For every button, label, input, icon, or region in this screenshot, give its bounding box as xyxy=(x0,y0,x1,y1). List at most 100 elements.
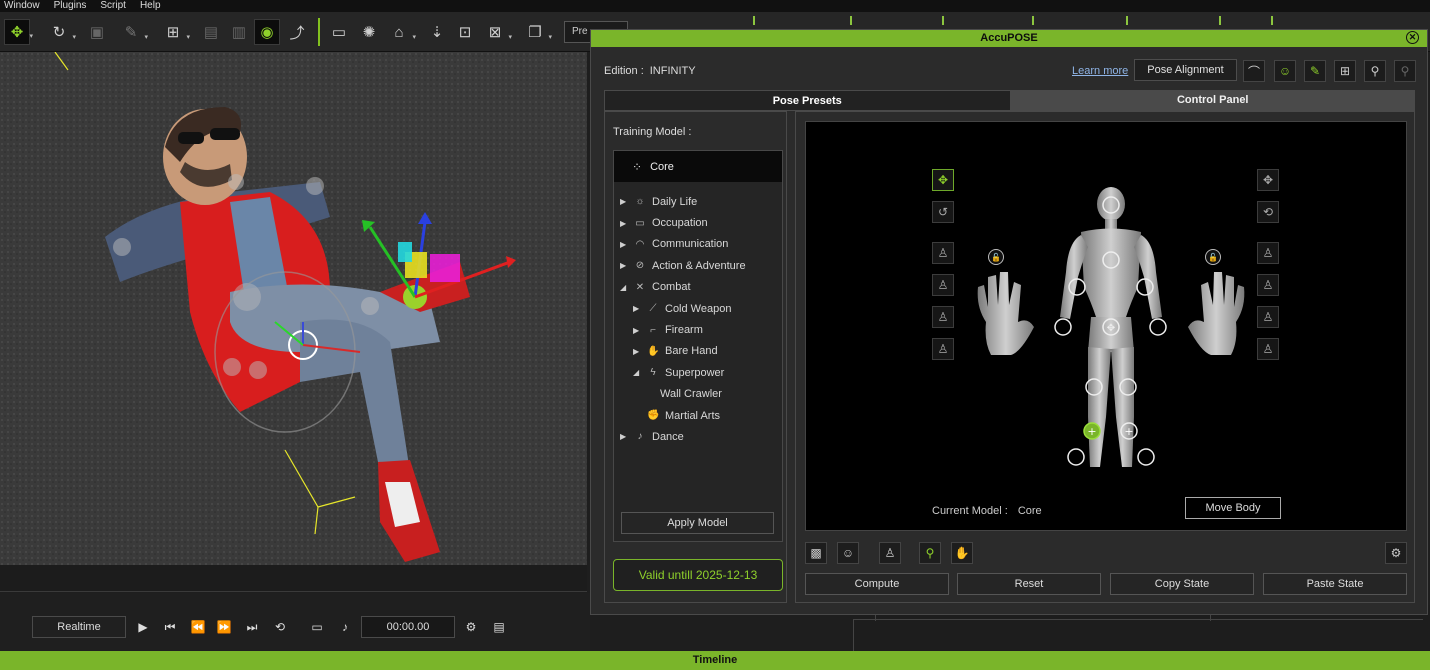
pick-icon[interactable]: ✎ ▾ xyxy=(118,19,148,45)
tree-item[interactable]: ▶ ⟋ Cold Weapon xyxy=(614,298,782,319)
menu-window[interactable]: Window xyxy=(4,0,40,12)
frame-icon[interactable]: ⊡ xyxy=(452,19,478,45)
tree-item[interactable]: ▶ ⊘ Action & Adventure xyxy=(614,255,782,276)
timeline-toggle-icon[interactable]: ▤ xyxy=(489,617,509,637)
tab-pose-presets[interactable]: Pose Presets xyxy=(604,90,1011,111)
time-display[interactable]: 00:00.00 xyxy=(361,616,455,638)
reset-rotate-icon[interactable]: ⟲ xyxy=(1257,201,1279,223)
curve-icon[interactable]: ⌒ xyxy=(1243,60,1265,82)
camera-up-icon[interactable]: ⤴ xyxy=(284,19,310,45)
lock-hand-icon[interactable]: ✋ xyxy=(951,542,973,564)
paste-state-button[interactable]: Paste State xyxy=(1263,573,1407,595)
reset-button[interactable]: Reset xyxy=(957,573,1101,595)
tree-item[interactable]: ▶ ♪ Dance xyxy=(614,426,782,447)
align-icon[interactable]: ⊞ ▾ xyxy=(160,19,190,45)
camera-icon[interactable]: ❐ ▾ xyxy=(522,19,552,45)
timeline-header[interactable]: Timeline xyxy=(0,651,1430,670)
tree-item[interactable]: ✊ Martial Arts xyxy=(614,405,782,426)
body-preset-5-icon[interactable]: ♙ xyxy=(1257,242,1279,264)
tree-item[interactable]: ◢ ✕ Combat xyxy=(614,277,782,298)
tree-arrow-icon[interactable]: ▶ xyxy=(633,304,641,313)
pose-pin-icon[interactable]: ⚲ xyxy=(1364,60,1386,82)
stage-settings-gear-icon[interactable]: ⚙ xyxy=(1385,542,1407,564)
snap-icon[interactable]: ▤ xyxy=(198,19,224,45)
learn-more-link[interactable]: Learn more xyxy=(1072,65,1128,77)
tree-item[interactable]: ◢ ϟ Superpower xyxy=(614,362,782,383)
body-preset-1-icon[interactable]: ♙ xyxy=(932,242,954,264)
loop-icon[interactable]: ⟲ xyxy=(270,617,290,637)
pose-stage[interactable]: ✥ ↺ ♙ ♙ ♙ ♙ ✥ ⟲ ♙ ♙ ♙ ♙ 🔓 🔓 + + ✥ Curren… xyxy=(805,121,1407,531)
body-preset-6-icon[interactable]: ♙ xyxy=(1257,274,1279,296)
tree-arrow-icon[interactable]: ▶ xyxy=(620,240,628,249)
tree-item[interactable]: ▶ ▭ Occupation xyxy=(614,212,782,233)
prev-frame-icon[interactable]: ⏪ xyxy=(188,617,208,637)
first-frame-icon[interactable]: ⏮ xyxy=(160,617,180,637)
lock-pose-icon[interactable]: ⚲ xyxy=(919,542,941,564)
tree-arrow-icon[interactable]: ◢ xyxy=(620,283,628,292)
person-icon[interactable]: ☺ xyxy=(1274,60,1296,82)
rotate-icon[interactable]: ↻ ▾ xyxy=(46,19,76,45)
pen-icon[interactable]: ✎ xyxy=(1304,60,1326,82)
body-preset-4-icon[interactable]: ♙ xyxy=(932,338,954,360)
tree-category-icon: ⌐ xyxy=(650,324,656,336)
tree-arrow-icon[interactable]: ▶ xyxy=(620,261,628,270)
tree-arrow-icon[interactable]: ◢ xyxy=(633,368,641,377)
layout-icon[interactable]: ▭ xyxy=(326,19,352,45)
menu-script[interactable]: Script xyxy=(100,0,126,12)
apply-model-button[interactable]: Apply Model xyxy=(621,512,774,534)
pose-off-icon[interactable]: ⚲ xyxy=(1394,60,1416,82)
snap2-icon[interactable]: ▥ xyxy=(226,19,252,45)
checker-icon[interactable]: ▩ xyxy=(805,542,827,564)
compute-button[interactable]: Compute xyxy=(805,573,949,595)
settings-gear-icon[interactable]: ⚙ xyxy=(461,617,481,637)
tree-item[interactable]: ▶ ⌐ Firearm xyxy=(614,319,782,340)
rotate-mode-icon[interactable]: ↺ xyxy=(932,201,954,223)
tree-arrow-icon[interactable]: ▶ xyxy=(633,326,641,335)
tree-item[interactable]: ▶ ✋ Bare Hand xyxy=(614,341,782,362)
tab-control-panel[interactable]: Control Panel xyxy=(1010,90,1415,111)
last-frame-icon[interactable]: ⏭ xyxy=(242,617,262,637)
portrait-icon[interactable]: ☺ xyxy=(837,542,859,564)
grid-icon[interactable]: ⊞ xyxy=(1334,60,1356,82)
standing-figure-icon[interactable]: ♙ xyxy=(879,542,901,564)
move-all-icon[interactable]: ✥ xyxy=(1257,169,1279,191)
subtitle-icon[interactable]: ▭ xyxy=(307,617,327,637)
tree-arrow-icon[interactable]: ▶ xyxy=(620,432,628,441)
tree-arrow-icon[interactable]: ▶ xyxy=(633,347,641,356)
body-preset-8-icon[interactable]: ♙ xyxy=(1257,338,1279,360)
pose-alignment-button[interactable]: Pose Alignment xyxy=(1134,59,1237,81)
tree-arrow-icon[interactable]: ▶ xyxy=(620,197,628,206)
copy-state-button[interactable]: Copy State xyxy=(1110,573,1254,595)
home-icon[interactable]: ⌂ ▾ xyxy=(386,19,416,45)
tree-arrow-icon[interactable]: ▶ xyxy=(620,219,628,228)
core-icon: ⁘ xyxy=(632,159,643,174)
body-preset-2-icon[interactable]: ♙ xyxy=(932,274,954,296)
tree-item[interactable]: ▶ ◠ Communication xyxy=(614,234,782,255)
move-body-button[interactable]: Move Body xyxy=(1185,497,1281,519)
play-icon[interactable]: ▶ xyxy=(133,617,153,637)
visibility-icon[interactable]: ◉ xyxy=(254,19,280,45)
audio-icon[interactable]: ♪ xyxy=(335,617,355,637)
fit-icon[interactable]: ⇣ xyxy=(424,19,450,45)
3d-viewport[interactable] xyxy=(0,52,587,565)
next-frame-icon[interactable]: ⏩ xyxy=(214,617,234,637)
tree-category-icon: ⊘ xyxy=(635,260,645,272)
menu-help[interactable]: Help xyxy=(140,0,161,12)
core-label: Core xyxy=(650,160,674,173)
tree-item-label: Wall Crawler xyxy=(660,388,722,401)
tree-item-core[interactable]: ⁘ Core xyxy=(614,151,782,182)
light-icon[interactable]: ✺ xyxy=(356,19,382,45)
realtime-dropdown[interactable]: Realtime xyxy=(32,616,126,638)
menu-plugins[interactable]: Plugins xyxy=(54,0,87,12)
tree-item[interactable]: ▶ ☼ Daily Life xyxy=(614,191,782,212)
dialog-titlebar[interactable]: AccuPOSE ✕ xyxy=(591,30,1427,47)
body-preset-7-icon[interactable]: ♙ xyxy=(1257,306,1279,328)
close-icon[interactable]: ✕ xyxy=(1406,31,1419,44)
tree-item[interactable]: Wall Crawler xyxy=(614,384,782,405)
body-preset-3-icon[interactable]: ♙ xyxy=(932,306,954,328)
scale-icon[interactable]: ▣ xyxy=(84,19,110,45)
move-mode-icon[interactable]: ✥ xyxy=(932,169,954,191)
move-icon[interactable]: ✥ ▾ xyxy=(4,19,33,45)
tree-item-label: Daily Life xyxy=(652,195,698,208)
render-icon[interactable]: ⊠ ▾ xyxy=(482,19,512,45)
